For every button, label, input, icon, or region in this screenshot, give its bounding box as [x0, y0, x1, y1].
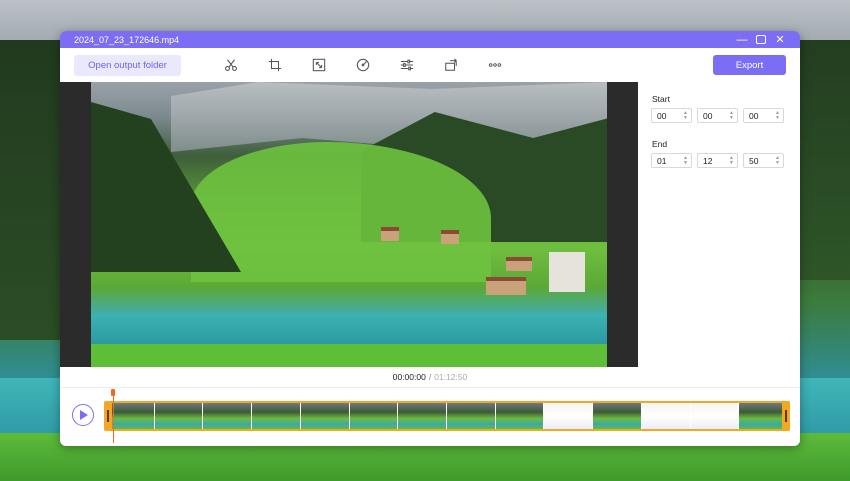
start-minutes-input[interactable]: 00 ▲ ▼	[697, 108, 738, 123]
trim-end-handle[interactable]	[782, 401, 790, 431]
timeline-thumbnail	[544, 403, 594, 429]
close-button[interactable]: ✕	[774, 34, 786, 46]
start-label: Start	[652, 94, 670, 104]
timeline-thumbnail	[252, 403, 301, 429]
video-lake	[91, 314, 607, 344]
start-hours-input[interactable]: 00 ▲ ▼	[651, 108, 692, 123]
timeline-thumbnail	[203, 403, 253, 429]
wallpaper-forest-right	[795, 40, 850, 280]
start-minutes-value: 00	[703, 110, 713, 121]
more-icon[interactable]	[473, 54, 517, 76]
play-icon	[80, 410, 88, 420]
video-house	[486, 277, 526, 295]
window-controls: — ✕	[736, 34, 800, 46]
timeline-thumbnail	[154, 403, 204, 429]
timeline-thumbnail	[641, 403, 691, 429]
video-house	[381, 227, 399, 241]
scissors-icon[interactable]	[209, 54, 253, 76]
video-preview[interactable]	[60, 82, 638, 367]
timeline-thumbnail	[349, 403, 399, 429]
stepper-arrows-icon[interactable]: ▲ ▼	[775, 111, 780, 121]
toolbar: Open output folder Export	[60, 48, 800, 82]
timeline-thumbnail	[447, 403, 496, 429]
start-hours-value: 00	[657, 110, 667, 121]
stepper-arrows-icon[interactable]: ▲ ▼	[775, 156, 780, 166]
timeline-thumbnail	[300, 403, 350, 429]
start-seconds-value: 00	[749, 110, 759, 121]
end-seconds-input[interactable]: 50 ▲ ▼	[743, 153, 784, 168]
trim-settings-panel: Start 00 ▲ ▼ 00 ▲ ▼ 00 ▲ ▼ End 01 ▲ ▼ 12 ▲ ▼ …	[638, 82, 800, 367]
time-display: 00:00:00 / 01:12:50	[60, 367, 800, 388]
end-minutes-value: 12	[703, 155, 713, 166]
video-house	[506, 257, 532, 271]
speed-icon[interactable]	[341, 54, 385, 76]
thumbnail-strip[interactable]	[104, 401, 790, 431]
stepper-arrows-icon[interactable]: ▲ ▼	[683, 156, 688, 166]
timeline-thumbnail	[398, 403, 448, 429]
video-house	[441, 230, 459, 244]
stepper-arrows-icon[interactable]: ▲ ▼	[729, 156, 734, 166]
end-label: End	[652, 139, 668, 149]
end-hours-input[interactable]: 01 ▲ ▼	[651, 153, 692, 168]
video-trimmer-window: 2024_07_23_172646.mp4 — ✕ Open output fo…	[60, 31, 800, 446]
total-duration: 01:12:50	[434, 372, 468, 382]
playhead-line	[112, 395, 114, 443]
current-time: 00:00:00	[392, 372, 426, 382]
timeline-thumbnail	[739, 403, 788, 429]
stepper-arrows-icon[interactable]: ▲ ▼	[729, 111, 734, 121]
adjust-icon[interactable]	[385, 54, 429, 76]
window-title: 2024_07_23_172646.mp4	[74, 34, 180, 45]
maximize-button[interactable]	[756, 35, 766, 44]
rotate-icon[interactable]	[429, 54, 473, 76]
timeline	[60, 388, 800, 446]
export-button[interactable]: Export	[713, 55, 786, 75]
time-separator: /	[428, 372, 432, 382]
timeline-thumbnail	[690, 403, 740, 429]
start-seconds-input[interactable]: 00 ▲ ▼	[743, 108, 784, 123]
end-hours-value: 01	[657, 155, 667, 166]
trim-start-handle[interactable]	[104, 401, 112, 431]
resize-icon[interactable]	[297, 54, 341, 76]
open-output-folder-button[interactable]: Open output folder	[74, 54, 181, 76]
minimize-button[interactable]: —	[736, 34, 748, 46]
video-building	[549, 252, 585, 292]
video-grass	[91, 344, 607, 367]
end-minutes-input[interactable]: 12 ▲ ▼	[697, 153, 738, 168]
end-seconds-value: 50	[749, 155, 759, 166]
title-bar[interactable]: 2024_07_23_172646.mp4 — ✕	[60, 31, 800, 48]
video-frame	[91, 82, 607, 367]
crop-icon[interactable]	[253, 54, 297, 76]
timeline-thumbnail	[495, 403, 545, 429]
stepper-arrows-icon[interactable]: ▲ ▼	[683, 111, 688, 121]
edit-tools	[209, 54, 517, 76]
timeline-thumbnail	[593, 403, 642, 429]
play-button[interactable]	[72, 404, 94, 426]
